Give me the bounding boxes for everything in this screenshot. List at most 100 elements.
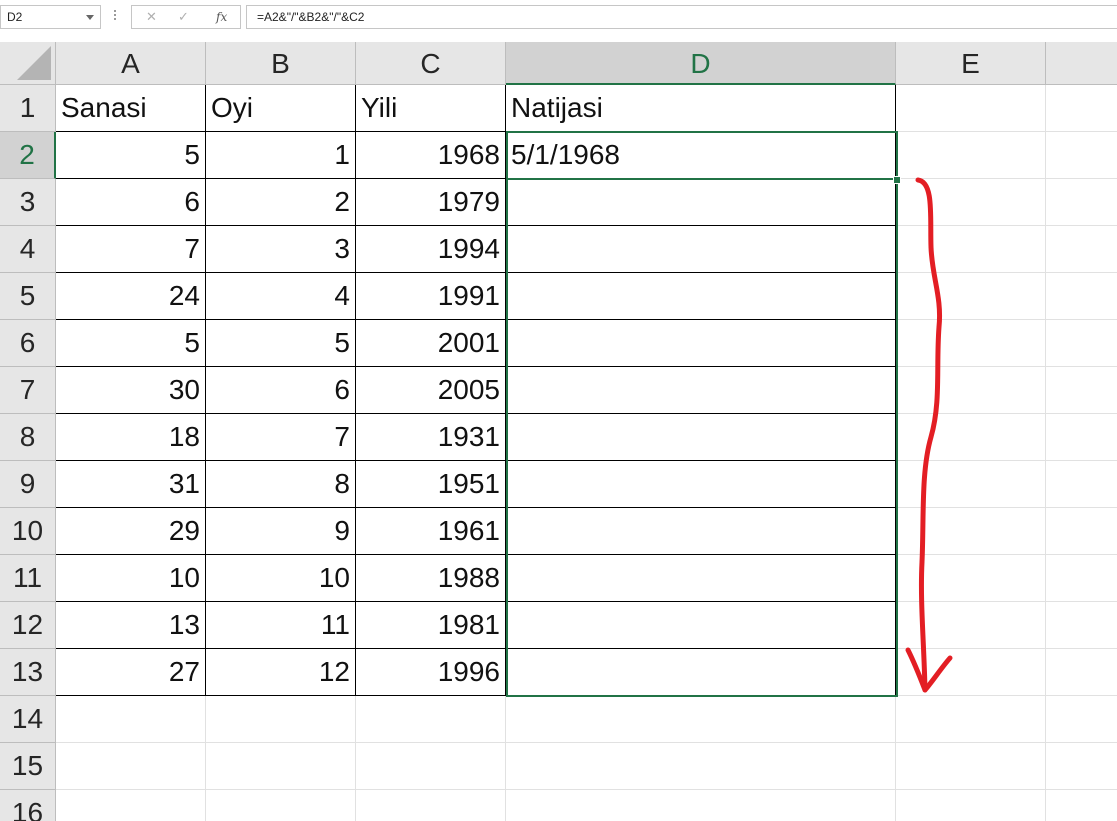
select-all-corner[interactable] — [0, 42, 56, 85]
cell-a3[interactable]: 6 — [56, 179, 206, 226]
cell-f1[interactable] — [1046, 85, 1117, 132]
cell-d6[interactable] — [506, 320, 896, 367]
cell-a13[interactable]: 27 — [56, 649, 206, 696]
cancel-icon[interactable]: ✕ — [146, 9, 157, 25]
cell-e8[interactable] — [896, 414, 1046, 461]
cell-d15[interactable] — [506, 743, 896, 790]
cell-f15[interactable] — [1046, 743, 1117, 790]
row-header-15[interactable]: 15 — [0, 743, 56, 790]
cell-a2[interactable]: 5 — [56, 132, 206, 179]
row-header-9[interactable]: 9 — [0, 461, 56, 508]
cell-c14[interactable] — [356, 696, 506, 743]
cell-a1[interactable]: Sanasi — [56, 85, 206, 132]
cell-a9[interactable]: 31 — [56, 461, 206, 508]
column-header-a[interactable]: A — [56, 42, 206, 85]
cell-d4[interactable] — [506, 226, 896, 273]
formula-input[interactable]: =A2&"/"&B2&"/"&C2 — [246, 5, 1117, 29]
cell-c1[interactable]: Yili — [356, 85, 506, 132]
cell-e9[interactable] — [896, 461, 1046, 508]
cell-c13[interactable]: 1996 — [356, 649, 506, 696]
row-header-12[interactable]: 12 — [0, 602, 56, 649]
cell-c9[interactable]: 1951 — [356, 461, 506, 508]
cell-a11[interactable]: 10 — [56, 555, 206, 602]
cell-c8[interactable]: 1931 — [356, 414, 506, 461]
name-box-dropdown-icon[interactable] — [86, 15, 94, 20]
cell-f10[interactable] — [1046, 508, 1117, 555]
cell-e7[interactable] — [896, 367, 1046, 414]
cell-f9[interactable] — [1046, 461, 1117, 508]
cell-f4[interactable] — [1046, 226, 1117, 273]
cell-d7[interactable] — [506, 367, 896, 414]
row-header-2[interactable]: 2 — [0, 132, 56, 179]
cell-a6[interactable]: 5 — [56, 320, 206, 367]
row-header-14[interactable]: 14 — [0, 696, 56, 743]
cell-c7[interactable]: 2005 — [356, 367, 506, 414]
cell-d11[interactable] — [506, 555, 896, 602]
formula-bar-grip-icon[interactable] — [113, 8, 117, 24]
cell-f14[interactable] — [1046, 696, 1117, 743]
cell-b5[interactable]: 4 — [206, 273, 356, 320]
cell-a14[interactable] — [56, 696, 206, 743]
cell-e16[interactable] — [896, 790, 1046, 821]
cell-c4[interactable]: 1994 — [356, 226, 506, 273]
cell-e1[interactable] — [896, 85, 1046, 132]
cell-a5[interactable]: 24 — [56, 273, 206, 320]
cell-e11[interactable] — [896, 555, 1046, 602]
cell-b2[interactable]: 1 — [206, 132, 356, 179]
cell-c3[interactable]: 1979 — [356, 179, 506, 226]
cell-e10[interactable] — [896, 508, 1046, 555]
cell-d1[interactable]: Natijasi — [506, 85, 896, 132]
row-header-11[interactable]: 11 — [0, 555, 56, 602]
cell-d16[interactable] — [506, 790, 896, 821]
cell-c12[interactable]: 1981 — [356, 602, 506, 649]
cell-b4[interactable]: 3 — [206, 226, 356, 273]
cell-f5[interactable] — [1046, 273, 1117, 320]
cell-f2[interactable] — [1046, 132, 1117, 179]
column-header-b[interactable]: B — [206, 42, 356, 85]
cell-c2[interactable]: 1968 — [356, 132, 506, 179]
cell-f3[interactable] — [1046, 179, 1117, 226]
cell-a15[interactable] — [56, 743, 206, 790]
cell-b1[interactable]: Oyi — [206, 85, 356, 132]
cell-b13[interactable]: 12 — [206, 649, 356, 696]
cell-e13[interactable] — [896, 649, 1046, 696]
cell-b8[interactable]: 7 — [206, 414, 356, 461]
cell-b10[interactable]: 9 — [206, 508, 356, 555]
cell-b6[interactable]: 5 — [206, 320, 356, 367]
insert-function-icon[interactable]: fx — [216, 10, 227, 24]
row-header-5[interactable]: 5 — [0, 273, 56, 320]
cell-b15[interactable] — [206, 743, 356, 790]
row-header-10[interactable]: 10 — [0, 508, 56, 555]
cell-f16[interactable] — [1046, 790, 1117, 821]
cell-d5[interactable] — [506, 273, 896, 320]
cell-a16[interactable] — [56, 790, 206, 821]
cell-a8[interactable]: 18 — [56, 414, 206, 461]
cell-b3[interactable]: 2 — [206, 179, 356, 226]
cell-d13[interactable] — [506, 649, 896, 696]
cell-a10[interactable]: 29 — [56, 508, 206, 555]
cell-f13[interactable] — [1046, 649, 1117, 696]
row-header-8[interactable]: 8 — [0, 414, 56, 461]
row-header-6[interactable]: 6 — [0, 320, 56, 367]
cell-f7[interactable] — [1046, 367, 1117, 414]
cell-b16[interactable] — [206, 790, 356, 821]
cell-e3[interactable] — [896, 179, 1046, 226]
cell-e2[interactable] — [896, 132, 1046, 179]
cell-c15[interactable] — [356, 743, 506, 790]
cell-d2[interactable]: 5/1/1968 — [506, 132, 896, 179]
cell-e5[interactable] — [896, 273, 1046, 320]
row-header-4[interactable]: 4 — [0, 226, 56, 273]
cell-c5[interactable]: 1991 — [356, 273, 506, 320]
cell-c11[interactable]: 1988 — [356, 555, 506, 602]
cell-b14[interactable] — [206, 696, 356, 743]
cell-c6[interactable]: 2001 — [356, 320, 506, 367]
enter-check-icon[interactable]: ✓ — [178, 9, 189, 25]
row-header-13[interactable]: 13 — [0, 649, 56, 696]
cell-d3[interactable] — [506, 179, 896, 226]
cell-a4[interactable]: 7 — [56, 226, 206, 273]
row-header-16[interactable]: 16 — [0, 790, 56, 821]
cell-e15[interactable] — [896, 743, 1046, 790]
cell-b9[interactable]: 8 — [206, 461, 356, 508]
cell-b7[interactable]: 6 — [206, 367, 356, 414]
cell-d10[interactable] — [506, 508, 896, 555]
